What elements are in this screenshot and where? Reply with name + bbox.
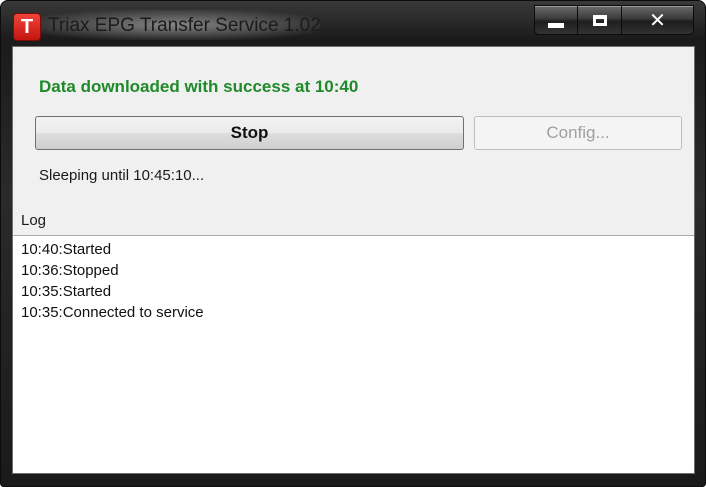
minimize-icon <box>548 22 564 28</box>
log-entry: 10:35:Started <box>21 283 112 300</box>
maximize-button[interactable] <box>578 5 622 35</box>
client-area: Data downloaded with success at 10:40 St… <box>12 46 695 474</box>
log-list[interactable]: 10:40:Started 10:36:Stopped 10:35:Starte… <box>13 235 694 473</box>
app-logo-icon[interactable]: T <box>14 14 40 40</box>
config-button[interactable]: Config... <box>474 116 682 150</box>
log-entry: 10:36:Stopped <box>21 262 119 279</box>
caption-buttons: ✕ <box>534 5 694 35</box>
log-label: Log <box>21 212 47 229</box>
download-status-message: Data downloaded with success at 10:40 <box>39 77 359 96</box>
log-entry: 10:35:Connected to service <box>21 304 204 321</box>
close-button[interactable]: ✕ <box>622 5 694 35</box>
stop-button[interactable]: Stop <box>35 116 464 150</box>
title-bar[interactable]: T Triax EPG Transfer Service 1.02 ✕ <box>0 0 706 46</box>
window-title: Triax EPG Transfer Service 1.02 <box>48 15 321 36</box>
log-entry: 10:40:Started <box>21 241 112 258</box>
sleep-status-text: Sleeping until 10:45:10... <box>39 167 205 184</box>
close-icon: ✕ <box>649 8 666 32</box>
minimize-button[interactable] <box>534 5 578 35</box>
maximize-icon <box>592 14 607 26</box>
app-window: T Triax EPG Transfer Service 1.02 ✕ Data… <box>0 0 706 487</box>
